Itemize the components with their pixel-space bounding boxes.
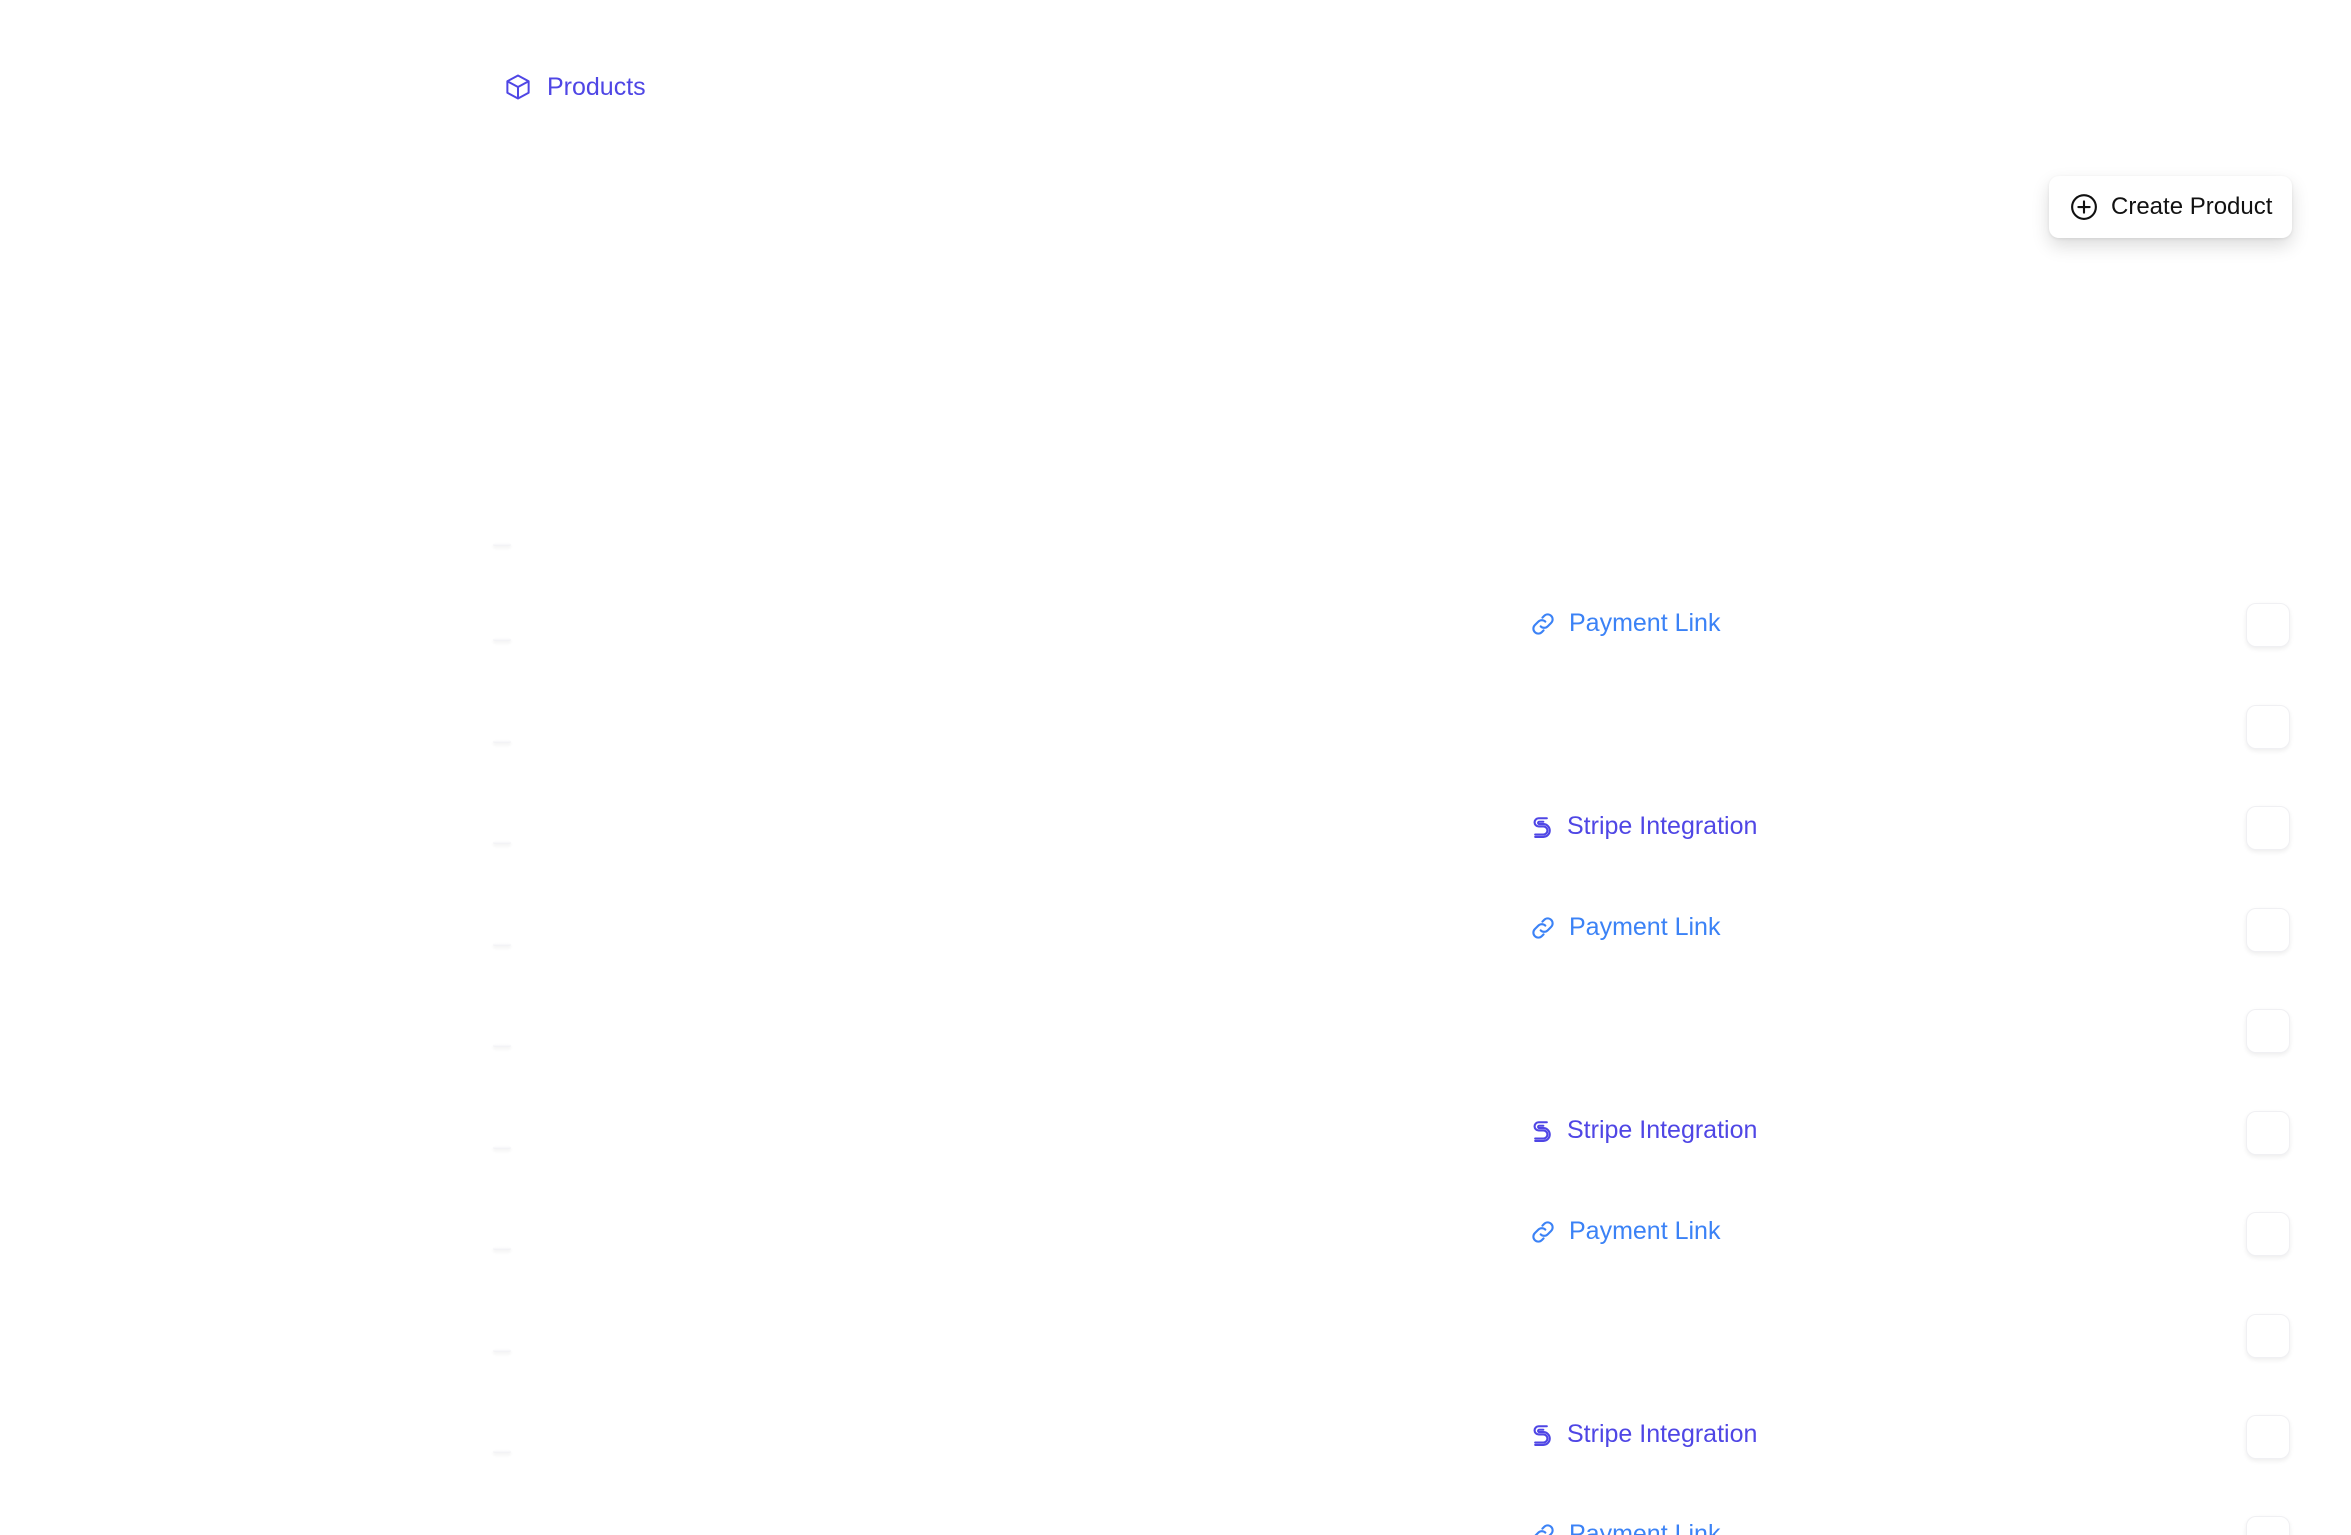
row-edge bbox=[493, 543, 511, 546]
link-icon bbox=[1529, 1521, 1557, 1535]
row-edge bbox=[493, 1247, 511, 1250]
integration-label: Payment Link bbox=[1569, 609, 1721, 637]
row-action-button[interactable] bbox=[2246, 705, 2290, 749]
row-edge bbox=[493, 1450, 511, 1453]
integration-label: Payment Link bbox=[1569, 913, 1721, 941]
row-action-button[interactable] bbox=[2246, 1212, 2290, 1256]
create-product-label: Create Product bbox=[2111, 193, 2273, 220]
cube-icon bbox=[503, 72, 533, 102]
integration-label: Stripe Integration bbox=[1567, 812, 1758, 840]
payment-link[interactable]: Payment Link bbox=[1529, 1217, 1720, 1246]
integration-label: Stripe Integration bbox=[1567, 1420, 1758, 1448]
stripe-integration[interactable]: Stripe Integration bbox=[1527, 812, 1757, 841]
row-edge bbox=[493, 841, 511, 844]
row-action-button[interactable] bbox=[2246, 1111, 2290, 1155]
row-edge bbox=[493, 1044, 511, 1047]
row-edge bbox=[493, 1349, 511, 1352]
row-edge bbox=[493, 1146, 511, 1149]
link-icon bbox=[1529, 610, 1557, 638]
stripe-s-icon bbox=[1527, 1117, 1555, 1145]
plus-circle-icon bbox=[2069, 192, 2099, 222]
payment-link[interactable]: Payment Link bbox=[1529, 609, 1720, 638]
payment-link[interactable]: Payment Link bbox=[1529, 1520, 1720, 1535]
integration-label: Payment Link bbox=[1569, 1520, 1721, 1535]
row-edge bbox=[493, 740, 511, 743]
row-edge bbox=[493, 943, 511, 946]
row-action-button[interactable] bbox=[2246, 806, 2290, 850]
row-action-button[interactable] bbox=[2246, 908, 2290, 952]
row-edge bbox=[493, 638, 511, 641]
stripe-s-icon bbox=[1527, 813, 1555, 841]
link-icon bbox=[1529, 914, 1557, 942]
row-action-button[interactable] bbox=[2246, 1415, 2290, 1459]
integration-label: Payment Link bbox=[1569, 1217, 1721, 1245]
row-action-button[interactable] bbox=[2246, 603, 2290, 647]
stripe-s-icon bbox=[1527, 1421, 1555, 1449]
create-product-button[interactable]: Create Product bbox=[2049, 176, 2292, 238]
payment-link[interactable]: Payment Link bbox=[1529, 913, 1720, 942]
stripe-integration[interactable]: Stripe Integration bbox=[1527, 1116, 1757, 1145]
page: Products Create Product Payment Link Str… bbox=[0, 0, 2351, 1535]
stripe-integration[interactable]: Stripe Integration bbox=[1527, 1420, 1757, 1449]
breadcrumb-label: Products bbox=[547, 72, 646, 101]
integration-label: Stripe Integration bbox=[1567, 1116, 1758, 1144]
breadcrumb[interactable]: Products bbox=[503, 72, 646, 102]
row-action-button[interactable] bbox=[2246, 1314, 2290, 1358]
row-action-button[interactable] bbox=[2246, 1009, 2290, 1053]
row-action-button[interactable] bbox=[2246, 1516, 2290, 1535]
link-icon bbox=[1529, 1218, 1557, 1246]
